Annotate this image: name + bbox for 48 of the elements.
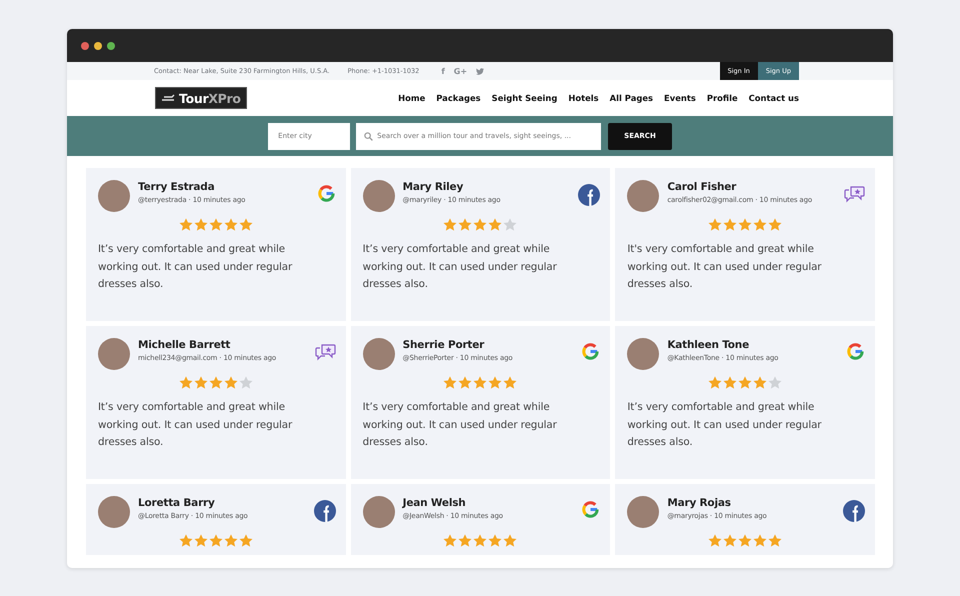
nav-link[interactable]: Events (664, 93, 696, 103)
nav-link[interactable]: Contact us (748, 93, 799, 103)
reviewer-name: Terry Estrada (138, 181, 216, 193)
nav-link[interactable]: Seight Seeing (492, 93, 558, 103)
nav-link[interactable]: All Pages (610, 93, 654, 103)
avatar (627, 496, 660, 528)
logo-text: XPro (208, 90, 241, 106)
nav-link[interactable]: Packages (436, 93, 481, 103)
twitter-icon[interactable] (476, 68, 484, 74)
facebook-logo-icon (842, 500, 865, 522)
maximize-icon[interactable] (107, 42, 115, 50)
reviewer-name: Jean Welsh (402, 497, 467, 509)
google-logo-icon (581, 500, 600, 519)
facebook-logo-icon (314, 500, 336, 522)
reviewer-name: Michelle Barrett (138, 339, 232, 351)
nav-link[interactable]: Hotels (568, 93, 599, 103)
review-text: It’s very comfortable and great while working out. It can used under regular dresses also. (362, 242, 558, 292)
review-text: It’s very comfortable and great while working out. It can used under regular dresses also. (362, 400, 558, 450)
reviewer-name: Kathleen Tone (667, 339, 750, 351)
review-chat-icon (844, 184, 865, 203)
avatar (627, 338, 660, 370)
nav-link[interactable]: Home (398, 93, 426, 103)
reviewer-name: Mary Rojas (667, 497, 732, 509)
facebook-logo-icon (578, 184, 600, 206)
reviewer-name: Carol Fisher (667, 181, 738, 193)
avatar (98, 180, 130, 212)
google-logo-icon (581, 342, 600, 361)
review-text: It’s very comfortable and great while working out. It can used under regular dresses also. (98, 400, 294, 450)
avatar (362, 496, 395, 528)
avatar (98, 496, 130, 528)
logo-text: Tour (179, 90, 208, 106)
search-icon (364, 132, 374, 140)
nav-link[interactable]: Profile (706, 93, 738, 103)
review-text: It’s very comfortable and great while working out. It can used under regular dresses also. (98, 242, 294, 292)
review-text: It’s very comfortable and great while working out. It can used under regular dresses also. (627, 400, 822, 450)
avatar (98, 338, 130, 370)
avatar (627, 180, 660, 212)
review-chat-icon (314, 342, 336, 361)
reviewer-name: Mary Riley (402, 181, 464, 193)
review-text: It's very comfortable and great while working out. It can used under regular dresses also. (627, 242, 822, 292)
google-logo-icon (846, 342, 865, 361)
avatar (362, 338, 395, 370)
reviewer-name: Loretta Barry (138, 497, 216, 509)
google-logo-icon (316, 184, 336, 203)
avatar (362, 180, 395, 212)
minimize-icon[interactable] (94, 42, 102, 50)
close-icon[interactable] (81, 42, 89, 50)
reviewer-name: Sherrie Porter (402, 339, 486, 351)
